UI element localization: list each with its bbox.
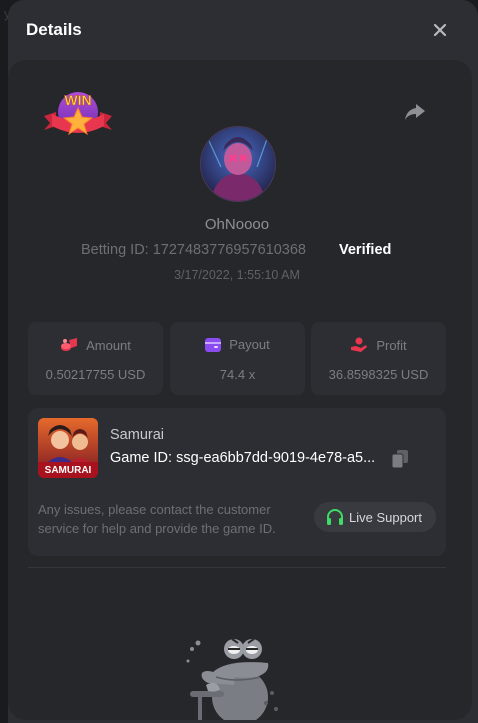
- share-button[interactable]: [404, 102, 426, 122]
- game-id-value: ssg-ea6bb7dd-9019-4e78-a5...: [176, 450, 376, 466]
- username: OhNoooo: [204, 216, 270, 233]
- share-icon: [405, 104, 425, 120]
- profit-card: Profit 36.8598325 USD: [311, 322, 446, 395]
- avatar: [200, 126, 276, 202]
- game-thumb-text: SAMURAI: [45, 465, 92, 476]
- coins-icon: [61, 338, 78, 351]
- game-name: Samurai: [110, 427, 164, 443]
- wallet-icon: [205, 337, 222, 352]
- amount-label: Amount: [86, 337, 131, 353]
- betting-id: Betting ID: 1727483776957610368: [81, 242, 306, 258]
- game-thumbnail[interactable]: SAMURAI: [38, 418, 98, 478]
- details-modal: Details WIN OhNoooo Betting ID: 17274837…: [8, 0, 478, 723]
- modal-title: Details: [26, 20, 82, 39]
- copy-game-id-button[interactable]: [391, 450, 408, 469]
- section-divider: [28, 567, 446, 568]
- hand-money-icon: [351, 337, 368, 352]
- live-support-button[interactable]: Live Support: [314, 502, 436, 532]
- betting-id-value: 1727483776957610368: [152, 242, 306, 258]
- headset-icon: [327, 509, 343, 525]
- payout-label: Payout: [229, 337, 270, 352]
- payout-value: 74.4 x: [219, 367, 256, 382]
- win-badge: WIN: [42, 86, 114, 142]
- payout-card: Payout 74.4 x: [170, 322, 305, 395]
- bet-timestamp: 3/17/2022, 1:55:10 AM: [174, 268, 300, 282]
- game-id: Game ID: ssg-ea6bb7dd-9019-4e78-a5...: [110, 450, 375, 466]
- profit-value: 36.8598325 USD: [328, 367, 429, 382]
- game-card: SAMURAI Samurai Game ID: ssg-ea6bb7dd-90…: [28, 408, 446, 556]
- copy-icon: [391, 450, 408, 469]
- close-icon: [433, 23, 447, 37]
- verified-badge[interactable]: Verified: [339, 242, 391, 258]
- game-id-label: Game ID:: [110, 450, 173, 466]
- amount-value: 0.50217755 USD: [45, 367, 146, 382]
- details-content: WIN OhNoooo Betting ID: 1727483776957610…: [8, 60, 472, 720]
- live-support-label: Live Support: [349, 509, 422, 525]
- crocodile-mascot: [176, 633, 288, 720]
- profit-label: Profit: [376, 337, 407, 353]
- close-button[interactable]: [430, 20, 450, 40]
- win-badge-text: WIN: [64, 92, 91, 108]
- support-help-text: Any issues, please contact the customer …: [38, 502, 276, 536]
- betting-id-label: Betting ID:: [81, 242, 149, 258]
- amount-card: Amount 0.50217755 USD: [28, 322, 163, 395]
